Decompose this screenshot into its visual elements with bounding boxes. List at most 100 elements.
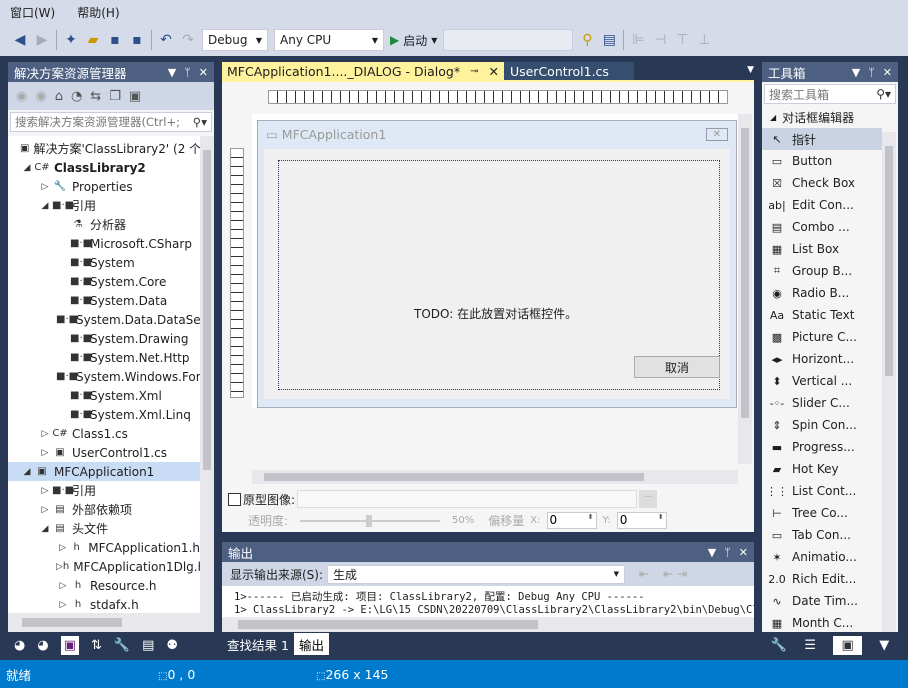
toolbox-item[interactable]: ▰ Hot Key xyxy=(762,458,882,480)
target-select[interactable] xyxy=(443,29,574,51)
open-icon[interactable]: ▰ xyxy=(85,32,101,48)
toolbox-item[interactable]: ✶ Animatio... xyxy=(762,546,882,568)
forward-icon[interactable]: ◉ xyxy=(35,89,46,104)
expand-arrow-icon[interactable]: ▷ xyxy=(38,182,52,192)
find-icon[interactable]: ⚲ xyxy=(579,32,595,48)
expand-arrow-icon[interactable]: ▷ xyxy=(56,562,63,572)
platform-select[interactable]: Any CPU ▼ xyxy=(274,29,384,51)
expand-arrow-icon[interactable]: ◢ xyxy=(20,163,34,173)
toolbox-item[interactable]: 2.0 Rich Edit... xyxy=(762,568,882,590)
back-icon[interactable]: ◀ xyxy=(12,32,28,48)
dropdown-icon[interactable]: ▼ xyxy=(852,66,860,79)
goto-icon[interactable]: ⇤ xyxy=(639,567,649,581)
toolbox-item[interactable]: ∿ Date Tim... xyxy=(762,590,882,612)
toolbox-item[interactable]: ◂▸ Horizont... xyxy=(762,348,882,370)
close-icon[interactable]: ✕ xyxy=(199,66,208,79)
home-icon[interactable]: ⌂ xyxy=(55,89,63,104)
tree-item[interactable]: ■·■ System.Xml.Linq xyxy=(8,405,200,424)
save-all-icon[interactable]: ▪ xyxy=(129,32,145,48)
sync-icon[interactable]: ⇆ xyxy=(90,89,101,104)
x-stepper[interactable]: 0 ⬍ xyxy=(546,512,597,529)
filter-tab-icon[interactable]: ▼ xyxy=(879,638,889,653)
expand-arrow-icon[interactable]: ▷ xyxy=(38,429,52,439)
close-icon[interactable]: ✕ xyxy=(488,64,498,79)
y-stepper[interactable]: 0 ⬍ xyxy=(616,512,667,529)
tree-vertical-scrollbar[interactable] xyxy=(200,136,214,613)
tree-item[interactable]: ▷ h MFCApplication1.h xyxy=(8,538,200,557)
tree-item[interactable]: ⚗ 分析器 xyxy=(8,215,200,234)
redo-icon[interactable]: ↷ xyxy=(180,32,196,48)
vertical-ruler[interactable] xyxy=(230,148,244,398)
history-icon[interactable]: ◔ xyxy=(71,89,82,104)
toolbox-item[interactable]: -◦- Slider C... xyxy=(762,392,882,414)
align-left-icon[interactable]: ⊫ xyxy=(630,32,646,48)
next-icon[interactable]: ⇥ xyxy=(677,567,687,581)
expand-arrow-icon[interactable]: ▷ xyxy=(56,600,70,610)
tree-item[interactable]: ■·■ System.Core xyxy=(8,272,200,291)
tree-item[interactable]: ▷ h Resource.h xyxy=(8,576,200,595)
menu-window[interactable]: 窗口(W) xyxy=(10,4,55,21)
properties-tab-icon[interactable]: 🔧 xyxy=(114,638,130,653)
toolbox-item[interactable]: Aa Static Text xyxy=(762,304,882,326)
dialog-window[interactable]: ▭ MFCApplication1 ✕ TODO: 在此放置对话框控件。 取消 xyxy=(257,120,737,408)
toolbox-item[interactable]: ▭ Tab Con... xyxy=(762,524,882,546)
expand-arrow-icon[interactable]: ◢ xyxy=(20,467,34,477)
todo-label[interactable]: TODO: 在此放置对话框控件。 xyxy=(414,305,577,322)
config-select[interactable]: Debug ▼ xyxy=(202,29,268,51)
tree-horizontal-scrollbar[interactable] xyxy=(8,613,214,632)
document-outline-tab-icon[interactable]: ☰ xyxy=(804,638,816,653)
tree-item[interactable]: ▷ ▣ UserControl1.cs xyxy=(8,443,200,462)
pin-icon[interactable]: ᛘ xyxy=(868,66,875,79)
prototype-checkbox[interactable] xyxy=(228,492,241,506)
output-text[interactable]: 1>------ 已启动生成: 项目: ClassLibrary2, 配置: D… xyxy=(222,586,754,617)
toolbox-item[interactable]: ☒ Check Box xyxy=(762,172,882,194)
collapse-icon[interactable]: ❐ xyxy=(109,89,121,104)
toolbox-item[interactable]: ⬍ Vertical ... xyxy=(762,370,882,392)
horizontal-ruler[interactable] xyxy=(268,90,728,104)
prototype-path-input[interactable] xyxy=(297,490,638,508)
tree-item[interactable]: ◢ C# ClassLibrary2 xyxy=(8,158,200,177)
toolbox-item[interactable]: ↖ 指针 xyxy=(762,128,882,150)
tab-usercontrol[interactable]: UserControl1.cs xyxy=(503,62,634,80)
toolbox-item[interactable]: ▦ Month C... xyxy=(762,612,882,634)
tree-item[interactable]: ▷ C# Class1.cs xyxy=(8,424,200,443)
toolbox-item[interactable]: ◉ Radio B... xyxy=(762,282,882,304)
expand-arrow-icon[interactable]: ▷ xyxy=(38,486,52,496)
tree-item[interactable]: ■·■System.Windows.Forms xyxy=(8,367,200,386)
tree-item[interactable]: ■·■ System.Xml xyxy=(8,386,200,405)
cancel-button[interactable]: 取消 xyxy=(634,356,720,378)
toolbox-vertical-scrollbar[interactable] xyxy=(882,132,896,632)
toolbox-item[interactable]: ⌗ Group B... xyxy=(762,260,882,282)
new-project-icon[interactable]: ✦ xyxy=(63,32,79,48)
expand-arrow-icon[interactable]: ◢ xyxy=(38,201,52,211)
pin-icon[interactable]: ᛘ xyxy=(724,546,731,559)
tab-dialog[interactable]: MFCApplication1...._DIALOG - Dialog* ⊸ ✕ xyxy=(222,62,504,80)
tree-item[interactable]: ▷ 🔧 Properties xyxy=(8,177,200,196)
tree-item[interactable]: ■·■System.Data.DataSetExtensions xyxy=(8,310,200,329)
align-top-icon[interactable]: ⊤ xyxy=(674,32,690,48)
prev-icon[interactable]: ⇤ xyxy=(663,567,673,581)
toolbox-item[interactable]: ⇕ Spin Con... xyxy=(762,414,882,436)
editor-horizontal-scrollbar[interactable] xyxy=(252,470,738,484)
solution-explorer-tab-icon[interactable]: ◕ xyxy=(14,638,25,653)
toolbox-item[interactable]: ▭ Button xyxy=(762,150,882,172)
tab-output[interactable]: 输出 xyxy=(293,633,329,655)
toolbox-group-header[interactable]: ◢ 对话框编辑器 xyxy=(762,106,898,128)
back-icon[interactable]: ◉ xyxy=(16,89,27,104)
toolbox-item[interactable]: ⊢ Tree Co... xyxy=(762,502,882,524)
toolbox-search-input[interactable]: 搜索工具箱 ⚲▾ xyxy=(764,84,896,104)
align-bottom-icon[interactable]: ⊥ xyxy=(696,32,712,48)
expand-arrow-icon[interactable]: ▷ xyxy=(38,505,52,515)
server-tab-icon[interactable]: ▤ xyxy=(142,638,154,653)
start-button[interactable]: ▶ 启动 ▼ xyxy=(390,32,437,49)
toolbox-item[interactable]: ⋮⋮ List Cont... xyxy=(762,480,882,502)
tab-list-icon[interactable]: ▼ xyxy=(747,62,754,80)
tree-item[interactable]: ■·■ System.Drawing xyxy=(8,329,200,348)
tab-find-results[interactable]: 查找结果 1 xyxy=(222,633,294,655)
toolbox-tab-icon[interactable]: ▣ xyxy=(833,635,862,655)
tree-item[interactable]: ◢ ▣ MFCApplication1 xyxy=(8,462,200,481)
tree-item[interactable]: ■·■ System xyxy=(8,253,200,272)
dropdown-icon[interactable]: ▼ xyxy=(708,546,716,559)
expand-arrow-icon[interactable]: ▷ xyxy=(56,543,69,553)
close-icon[interactable]: ✕ xyxy=(739,546,748,559)
